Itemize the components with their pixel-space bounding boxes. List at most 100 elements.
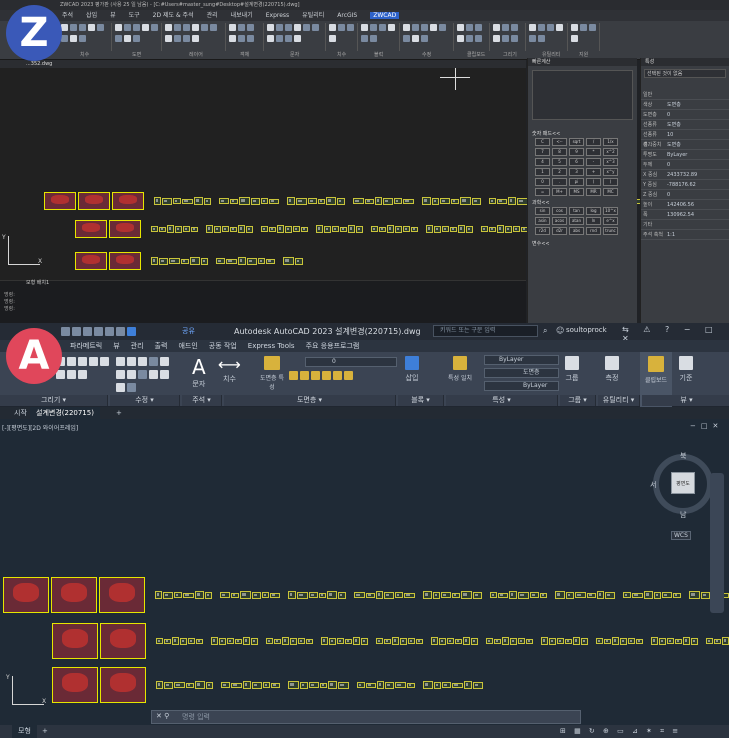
calc-key[interactable]: log (586, 207, 601, 215)
drawing-sheet[interactable] (162, 197, 172, 205)
drawing-sheet[interactable] (159, 226, 166, 232)
tool-icon[interactable] (267, 35, 274, 42)
tool-icon[interactable] (247, 24, 254, 31)
calc-key[interactable]: MC (603, 188, 618, 196)
drawing-sheet[interactable] (416, 638, 423, 644)
tool-icon[interactable] (529, 24, 536, 31)
cube-south[interactable]: 남 (680, 510, 686, 520)
tool-icon[interactable] (174, 35, 181, 42)
drawing-sheet[interactable] (156, 638, 163, 644)
drawing-sheet[interactable] (683, 637, 690, 645)
drawing-sheet[interactable] (290, 637, 297, 645)
tool-icon[interactable] (79, 35, 86, 42)
drawing-sheet[interactable] (231, 682, 242, 688)
tool-icon[interactable] (124, 35, 131, 42)
drawing-sheet[interactable] (151, 226, 158, 232)
layer-dropdown[interactable]: 0 (305, 357, 397, 367)
zwcad-command-line[interactable]: 모형 배치1 명령: 명령: 명령: (0, 280, 526, 323)
property-row[interactable]: Y 중심 -788176.62 (641, 180, 729, 190)
drawing-sheet[interactable] (298, 638, 305, 644)
ribbon-tab[interactable]: 공동 작업 (209, 342, 237, 350)
drawing-sheet[interactable] (675, 638, 682, 644)
drawing-sheet[interactable] (508, 197, 516, 205)
drawing-sheet[interactable] (266, 258, 275, 264)
linetype-dropdown[interactable]: 도면층 (484, 368, 559, 378)
drawing-sheet[interactable] (306, 638, 313, 644)
tool-icon[interactable] (285, 24, 292, 31)
drawing-sheet[interactable] (549, 637, 556, 645)
navigation-bar[interactable] (710, 473, 724, 613)
drawing-sheet[interactable] (154, 197, 161, 205)
ribbon-tab[interactable]: 주요 응용프로그램 (306, 342, 360, 350)
calc-key[interactable]: acos (552, 217, 567, 225)
draw-tools[interactable] (55, 356, 110, 382)
zwcad-menu-item[interactable]: ArcGIS (337, 12, 357, 19)
drawing-sheet[interactable] (243, 681, 251, 689)
drawing-sheet[interactable] (262, 592, 269, 598)
drawing-sheet[interactable] (442, 226, 449, 232)
drawing-sheet[interactable] (109, 252, 141, 270)
drawing-sheet[interactable] (261, 226, 268, 232)
property-row[interactable]: 도면층 0 (641, 110, 729, 120)
drawing-sheet[interactable] (266, 638, 273, 644)
tool-icon[interactable] (493, 24, 500, 31)
drawing-sheet[interactable] (230, 198, 238, 204)
calc-key[interactable]: asin (535, 217, 550, 225)
drawing-sheet[interactable] (75, 252, 107, 270)
calc-key[interactable]: 6 (569, 158, 584, 166)
drawing-sheet[interactable] (473, 591, 482, 599)
tool-icon[interactable] (347, 24, 354, 31)
drawing-sheet[interactable] (320, 682, 327, 688)
drawing-sheet[interactable] (151, 257, 158, 265)
drawing-sheet[interactable] (196, 638, 203, 644)
drawing-sheet[interactable] (239, 197, 250, 205)
modify-tools[interactable] (115, 356, 180, 395)
drawing-sheet[interactable] (174, 682, 185, 688)
tool-icon[interactable] (571, 35, 578, 42)
drawing-sheet[interactable] (383, 197, 393, 205)
drawing-sheet[interactable] (505, 225, 512, 233)
insert-block-button[interactable]: 삽입 (404, 355, 420, 383)
drawing-sheet[interactable] (365, 198, 374, 204)
drawing-sheet[interactable] (541, 637, 548, 645)
variables-header[interactable]: 변수<< (532, 240, 628, 247)
tool-icon[interactable] (538, 35, 545, 42)
drawing-sheet[interactable] (644, 591, 653, 599)
tool-icon[interactable] (210, 24, 217, 31)
drawing-sheet[interactable] (472, 197, 481, 205)
drawing-sheet[interactable] (181, 258, 189, 264)
drawing-sheet[interactable] (434, 225, 441, 233)
drawing-sheet[interactable] (632, 592, 643, 598)
calc-key[interactable]: atan (569, 217, 584, 225)
drawing-sheet[interactable] (434, 681, 441, 689)
drawing-sheet[interactable] (379, 226, 386, 232)
calc-key[interactable]: trunc (603, 227, 618, 235)
drawing-sheet[interactable] (172, 637, 179, 645)
calc-key[interactable]: ln (586, 217, 601, 225)
tool-icon[interactable] (538, 24, 545, 31)
new-tab-button[interactable]: + (110, 407, 128, 419)
model-status[interactable]: 모형 (12, 725, 37, 738)
drawing-sheet[interactable] (623, 592, 631, 598)
drawing-sheet[interactable] (691, 637, 698, 645)
drawing-sheet[interactable] (309, 592, 318, 598)
drawing-sheet[interactable] (392, 637, 399, 645)
calc-key[interactable]: <-- (552, 138, 567, 146)
ribbon-panel-label[interactable]: 뷰 ▾ (642, 395, 729, 406)
drawing-sheet[interactable] (353, 637, 360, 645)
drawing-sheet[interactable] (557, 638, 564, 644)
drawing-sheet[interactable] (620, 637, 627, 645)
calc-key[interactable]: . (552, 178, 567, 186)
drawing-sheet[interactable] (654, 591, 661, 599)
tool-icon[interactable] (475, 24, 482, 31)
tool-icon[interactable] (183, 24, 190, 31)
group-button[interactable]: 그룹 (564, 355, 580, 383)
drawing-sheet[interactable] (575, 592, 586, 598)
tool-icon[interactable] (556, 24, 563, 31)
tool-icon[interactable] (511, 24, 518, 31)
drawing-sheet[interactable] (216, 258, 225, 264)
lineweight-dropdown[interactable]: ByLayer (484, 381, 559, 391)
calc-key[interactable]: 10^x (603, 207, 618, 215)
drawing-sheet[interactable] (173, 198, 181, 204)
tool-icon[interactable] (379, 24, 386, 31)
